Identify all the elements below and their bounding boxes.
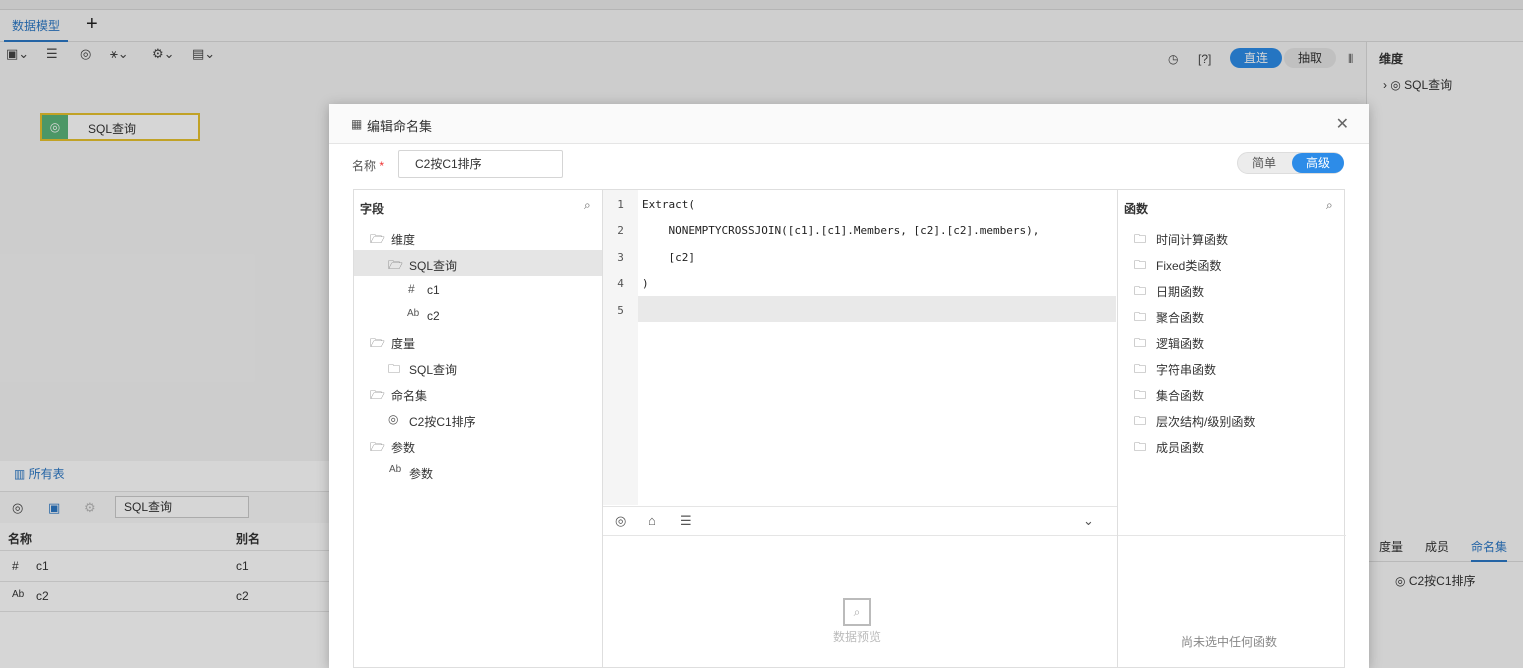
folder-icon: 🗀: [1134, 336, 1147, 350]
dialog-header: ▦ 编辑命名集 ✕: [329, 104, 1369, 144]
tree-item-label: c1: [427, 283, 440, 297]
editor-toolbar: ◎ ⌂ ☰ ⌄: [603, 506, 1117, 536]
folder-icon: 🗀: [1134, 440, 1147, 454]
tree-item-c2[interactable]: Ab c2: [354, 302, 602, 328]
edit-named-set-dialog: ▦ 编辑命名集 ✕ 名称 * C2按C1排序 简单 高级 字段 ⌕ 🗁 维度 🗁…: [329, 104, 1369, 668]
tree-item-label: 命名集: [391, 389, 428, 403]
line-number: 1: [617, 198, 624, 211]
function-category-label: 时间计算函数: [1156, 233, 1229, 247]
text-type-icon: Ab: [407, 308, 420, 319]
folder-icon: 🗀: [1134, 388, 1147, 402]
no-function-selected-text: 尚未选中任何函数: [1181, 635, 1278, 649]
tree-item-label: 维度: [391, 233, 416, 247]
folder-icon: 🗀: [1134, 258, 1147, 272]
name-label-text: 名称: [352, 159, 377, 173]
tree-item-named-set[interactable]: 🗁 命名集: [354, 380, 602, 406]
calculator-icon: ▦: [351, 117, 363, 131]
tree-item-label: c2: [427, 309, 440, 323]
dialog-title: 编辑命名集: [367, 119, 433, 134]
tree-item-label: SQL查询: [409, 259, 458, 273]
folder-icon: 🗀: [1134, 232, 1147, 246]
line-number: 5: [617, 304, 624, 317]
tree-item-label: 参数: [409, 467, 434, 481]
function-category-label: 聚合函数: [1156, 311, 1205, 325]
folder-icon: 🗀: [388, 362, 401, 376]
current-line-highlight: [603, 296, 1116, 322]
clear-icon[interactable]: ⌂: [648, 513, 656, 528]
text-type-icon: Ab: [389, 464, 402, 475]
tree-item-parameter[interactable]: Ab 参数: [354, 458, 602, 484]
function-category-label: 逻辑函数: [1156, 337, 1205, 351]
search-icon[interactable]: ⌕: [1326, 198, 1333, 213]
folder-open-icon: 🗁: [370, 336, 385, 350]
code-line: Extract(: [642, 198, 695, 211]
folder-icon: 🗀: [1134, 362, 1147, 376]
folder-open-icon: 🗁: [370, 440, 385, 454]
tree-item-dimension[interactable]: 🗁 维度: [354, 224, 602, 250]
tree-item-c2-sort[interactable]: ◎ C2按C1排序: [354, 406, 602, 432]
line-number: 3: [617, 251, 624, 264]
function-category-label: 字符串函数: [1156, 363, 1217, 377]
chevron-down-icon[interactable]: ⌄: [1083, 513, 1094, 529]
code-line: ): [642, 277, 649, 290]
folder-open-icon: 🗁: [370, 232, 385, 246]
number-type-icon: #: [408, 282, 415, 296]
code-line: NONEMPTYCROSSJOIN([c1].[c1].Members, [c2…: [642, 224, 1040, 237]
required-mark: *: [379, 159, 385, 173]
tree-item-label: 度量: [391, 337, 416, 351]
line-number: 2: [617, 224, 624, 237]
mode-simple-button[interactable]: 简单: [1238, 153, 1290, 173]
fields-title: 字段: [360, 202, 385, 216]
named-set-icon: ◎: [388, 412, 399, 426]
folder-open-icon: 🗁: [388, 258, 403, 272]
folder-icon: 🗀: [1134, 284, 1147, 298]
preview-query-icon[interactable]: ◎: [615, 513, 626, 529]
functions-divider: [1118, 535, 1346, 536]
code-line: [c2]: [642, 251, 695, 264]
tree-item-measure[interactable]: 🗁 度量: [354, 328, 602, 354]
function-category-label: 成员函数: [1156, 441, 1205, 455]
function-category-label: 集合函数: [1156, 389, 1205, 403]
data-preview-icon: ⌕: [843, 598, 871, 626]
functions-panel: 函数 ⌕ 🗀 时间计算函数 🗀 Fixed类函数 🗀 日期函数 🗀 聚合函数 🗀 逻辑函数…: [1117, 190, 1346, 668]
tree-item-label: SQL查询: [409, 363, 458, 377]
folder-open-icon: 🗁: [370, 388, 385, 402]
format-icon[interactable]: ☰: [680, 513, 692, 529]
tree-item-parameters[interactable]: 🗁 参数: [354, 432, 602, 458]
name-label: 名称 *: [352, 157, 384, 174]
tree-item-label: 参数: [391, 441, 416, 455]
tree-item-label: C2按C1排序: [409, 415, 476, 429]
tree-item-c1[interactable]: # c1: [354, 276, 602, 302]
folder-icon: 🗀: [1134, 414, 1147, 428]
function-category-label: Fixed类函数: [1156, 259, 1222, 273]
line-number: 4: [617, 277, 624, 290]
data-preview-area: ⌕ 数据预览: [603, 536, 1117, 668]
name-input[interactable]: C2按C1排序: [398, 150, 563, 178]
fields-panel: 字段 ⌕ 🗁 维度 🗁 SQL查询 # c1 Ab c2 🗁 度量 🗀 SQL查…: [354, 190, 603, 668]
tree-item-measure-sql[interactable]: 🗀 SQL查询: [354, 354, 602, 380]
editor-panel: 字段 ⌕ 🗁 维度 🗁 SQL查询 # c1 Ab c2 🗁 度量 🗀 SQL查…: [353, 189, 1346, 668]
code-editor[interactable]: 1 2 3 4 5 Extract( NONEMPTYCROSSJOIN([c1…: [603, 190, 1117, 668]
close-icon[interactable]: ✕: [1336, 114, 1349, 134]
tree-item-sql-query[interactable]: 🗁 SQL查询: [354, 250, 602, 276]
functions-title: 函数: [1124, 202, 1149, 216]
folder-icon: 🗀: [1134, 310, 1147, 324]
mode-advanced-button[interactable]: 高级: [1292, 153, 1344, 173]
function-category-label: 日期函数: [1156, 285, 1205, 299]
data-preview-label: 数据预览: [833, 630, 882, 644]
mode-switch[interactable]: 简单 高级: [1237, 152, 1344, 174]
search-icon[interactable]: ⌕: [584, 198, 591, 213]
line-number-gutter: [603, 190, 638, 505]
function-category-label: 层次结构/级别函数: [1156, 415, 1256, 429]
